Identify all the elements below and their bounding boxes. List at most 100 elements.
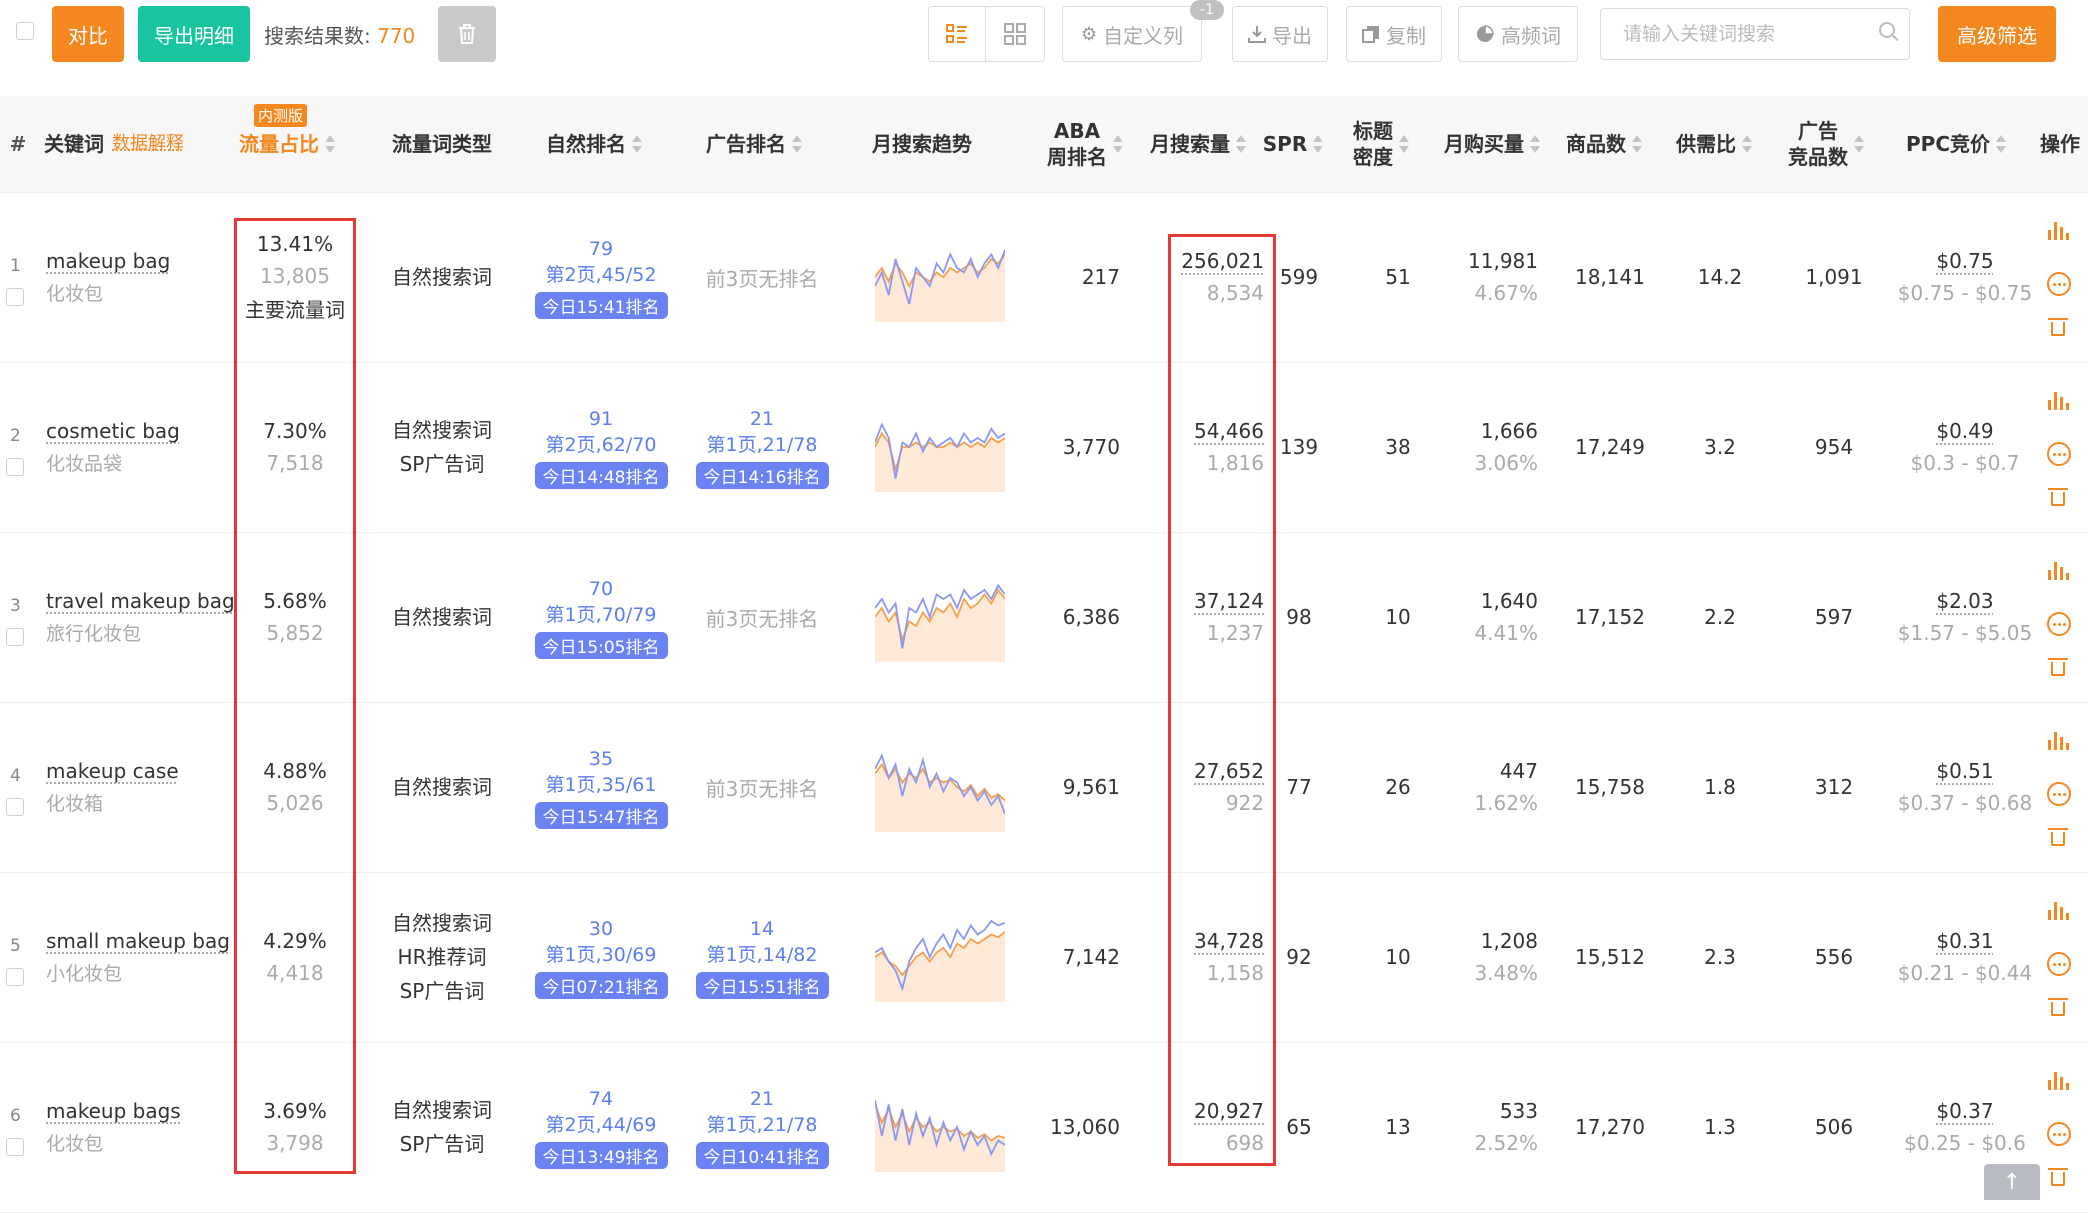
ppc-value[interactable]: $0.51 <box>1936 759 1993 783</box>
organic-rank-value[interactable]: 79 <box>589 236 613 262</box>
trash-icon[interactable] <box>2050 658 2066 676</box>
back-to-top-button[interactable]: ↑ <box>1984 1164 2040 1200</box>
trend-sparkline[interactable] <box>875 232 1005 322</box>
monthly-search-value[interactable]: 256,021 <box>1181 249 1264 273</box>
keyword-en[interactable]: makeup bags <box>46 1099 181 1123</box>
organic-rank-time-badge[interactable]: 今日14:48排名 <box>535 462 668 489</box>
organic-rank-time-badge[interactable]: 今日13:49排名 <box>535 1142 668 1169</box>
trend-sparkline[interactable] <box>875 742 1005 832</box>
organic-rank-page[interactable]: 第1页,35/61 <box>546 772 657 798</box>
ppc-value[interactable]: $0.49 <box>1936 419 1993 443</box>
copy-button[interactable]: 复制 <box>1346 6 1442 62</box>
ppc-value[interactable]: $0.31 <box>1936 929 1993 953</box>
organic-rank-time-badge[interactable]: 今日15:47排名 <box>535 802 668 829</box>
keyword-search-input[interactable] <box>1621 9 1875 59</box>
bar-chart-icon[interactable] <box>2048 392 2070 410</box>
organic-rank-page[interactable]: 第2页,45/52 <box>546 262 657 288</box>
ad-rank-time-badge[interactable]: 今日15:51排名 <box>696 972 829 999</box>
data-explain-link[interactable]: 数据解释 <box>112 131 184 157</box>
sort-icon[interactable] <box>1236 135 1246 153</box>
monthly-search-value[interactable]: 20,927 <box>1194 1099 1264 1123</box>
trash-icon[interactable] <box>2050 488 2066 506</box>
ppc-value[interactable]: $0.75 <box>1936 249 1993 273</box>
bar-chart-icon[interactable] <box>2048 732 2070 750</box>
organic-rank-value[interactable]: 35 <box>589 746 613 772</box>
ad-rank-time-badge[interactable]: 今日14:16排名 <box>696 462 829 489</box>
col-product-count[interactable]: 商品数 <box>1560 96 1648 192</box>
more-icon[interactable] <box>2047 952 2071 976</box>
organic-rank-value[interactable]: 74 <box>589 1086 613 1112</box>
sort-icon[interactable] <box>1313 135 1323 153</box>
row-checkbox[interactable] <box>6 288 24 306</box>
more-icon[interactable] <box>2047 1122 2071 1146</box>
col-supply-demand[interactable]: 供需比 <box>1670 96 1758 192</box>
col-monthly-search[interactable]: 月搜索量 <box>1144 96 1252 192</box>
delete-button[interactable] <box>438 6 496 62</box>
keyword-en[interactable]: makeup case <box>46 759 179 783</box>
compare-button[interactable]: 对比 <box>52 6 124 62</box>
organic-rank-page[interactable]: 第1页,30/69 <box>546 942 657 968</box>
col-organic-rank[interactable]: 自然排名 <box>534 96 654 192</box>
ppc-value[interactable]: $0.37 <box>1936 1099 1993 1123</box>
organic-rank-page[interactable]: 第2页,62/70 <box>546 432 657 458</box>
col-spr[interactable]: SPR <box>1260 96 1326 192</box>
ad-rank-time-badge[interactable]: 今日10:41排名 <box>696 1142 829 1169</box>
monthly-search-value[interactable]: 27,652 <box>1194 759 1264 783</box>
bar-chart-icon[interactable] <box>2048 902 2070 920</box>
sort-icon[interactable] <box>1742 135 1752 153</box>
trash-icon[interactable] <box>2050 1168 2066 1186</box>
monthly-search-value[interactable]: 37,124 <box>1194 589 1264 613</box>
col-monthly-purchase[interactable]: 月购买量 <box>1438 96 1546 192</box>
more-icon[interactable] <box>2047 442 2071 466</box>
advanced-filter-button[interactable]: 高级筛选 <box>1938 6 2056 62</box>
custom-columns-button[interactable]: ⚙ 自定义列 <box>1062 6 1202 62</box>
trend-sparkline[interactable] <box>875 1082 1005 1172</box>
grid-view-button[interactable] <box>985 6 1045 62</box>
trend-sparkline[interactable] <box>875 402 1005 492</box>
sort-icon[interactable] <box>1530 135 1540 153</box>
organic-rank-page[interactable]: 第2页,44/69 <box>546 1112 657 1138</box>
sort-icon[interactable] <box>1996 135 2006 153</box>
trash-icon[interactable] <box>2050 828 2066 846</box>
export-button[interactable]: 导出 <box>1232 6 1328 62</box>
trash-icon[interactable] <box>2050 318 2066 336</box>
trash-icon[interactable] <box>2050 998 2066 1016</box>
organic-rank-value[interactable]: 70 <box>589 576 613 602</box>
organic-rank-value[interactable]: 91 <box>589 406 613 432</box>
organic-rank-time-badge[interactable]: 今日15:05排名 <box>535 632 668 659</box>
sort-icon[interactable] <box>1632 135 1642 153</box>
row-checkbox[interactable] <box>6 798 24 816</box>
col-ppc[interactable]: PPC竞价 <box>1904 96 2008 192</box>
col-ad-rank[interactable]: 广告排名 <box>694 96 814 192</box>
more-icon[interactable] <box>2047 612 2071 636</box>
col-title-density[interactable]: 标题 密度 <box>1346 96 1416 192</box>
col-aba-rank[interactable]: ABA 周排名 <box>1030 96 1140 192</box>
list-view-button[interactable] <box>928 6 986 62</box>
sort-icon[interactable] <box>1113 135 1123 153</box>
bar-chart-icon[interactable] <box>2048 222 2070 240</box>
keyword-en[interactable]: makeup bag <box>46 249 170 273</box>
keyword-en[interactable]: travel makeup bag <box>46 589 235 613</box>
export-detail-button[interactable]: 导出明细 <box>138 6 250 62</box>
search-icon[interactable] <box>1879 22 1895 38</box>
organic-rank-value[interactable]: 30 <box>589 916 613 942</box>
ppc-value[interactable]: $2.03 <box>1936 589 1993 613</box>
row-checkbox[interactable] <box>6 968 24 986</box>
ad-rank-page[interactable]: 第1页,21/78 <box>707 432 818 458</box>
bar-chart-icon[interactable] <box>2048 562 2070 580</box>
row-checkbox[interactable] <box>6 1138 24 1156</box>
monthly-search-value[interactable]: 34,728 <box>1194 929 1264 953</box>
ad-rank-page[interactable]: 第1页,21/78 <box>707 1112 818 1138</box>
organic-rank-time-badge[interactable]: 今日15:41排名 <box>535 292 668 319</box>
monthly-search-value[interactable]: 54,466 <box>1194 419 1264 443</box>
keyword-en[interactable]: cosmetic bag <box>46 419 180 443</box>
sort-icon[interactable] <box>325 135 335 153</box>
row-checkbox[interactable] <box>6 628 24 646</box>
ad-rank-value[interactable]: 21 <box>750 1086 774 1112</box>
row-checkbox[interactable] <box>6 458 24 476</box>
ad-rank-value[interactable]: 21 <box>750 406 774 432</box>
trend-sparkline[interactable] <box>875 912 1005 1002</box>
ad-rank-page[interactable]: 第1页,14/82 <box>707 942 818 968</box>
bar-chart-icon[interactable] <box>2048 1072 2070 1090</box>
sort-icon[interactable] <box>1399 135 1409 153</box>
